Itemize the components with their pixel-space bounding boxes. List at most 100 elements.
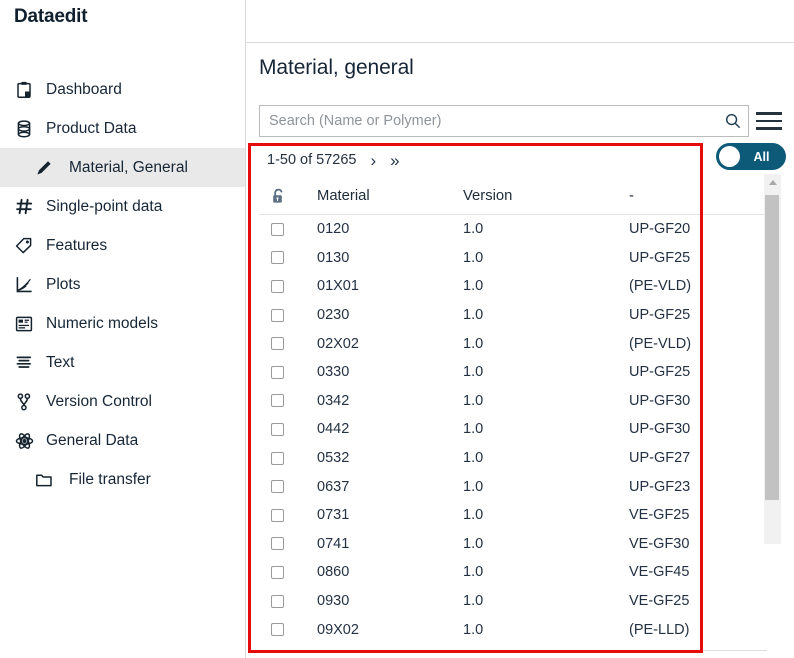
- sidebar-item-version-control[interactable]: Version Control: [0, 382, 245, 421]
- row-checkbox[interactable]: [271, 537, 284, 551]
- sidebar-item-dashboard[interactable]: Dashboard: [0, 70, 245, 109]
- tag-icon: [12, 235, 36, 257]
- folder-icon: [32, 469, 56, 491]
- cell-dash: UP-GF30: [629, 421, 691, 438]
- cell-material: 0230: [317, 307, 350, 324]
- search-icon[interactable]: [718, 106, 748, 136]
- cell-version: 1.0: [463, 621, 484, 638]
- row-checkbox[interactable]: [271, 394, 284, 408]
- row-checkbox[interactable]: [271, 251, 284, 265]
- cell-version: 1.0: [463, 364, 484, 381]
- cell-dash: UP-GF23: [629, 478, 691, 495]
- cell-version: 1.0: [463, 278, 484, 295]
- all-toggle[interactable]: All: [716, 143, 786, 170]
- table-row[interactable]: 0342 1.0 UP-GF30: [259, 387, 767, 416]
- sidebar-item-general-data[interactable]: General Data: [0, 421, 245, 460]
- cell-material: 0637: [317, 478, 350, 495]
- main-panel: Material, general 1-50 of 57265 › » All: [246, 0, 794, 658]
- column-header-version[interactable]: Version: [463, 188, 629, 204]
- next-page-button[interactable]: ›: [371, 152, 377, 169]
- sidebar-item-features[interactable]: Features: [0, 226, 245, 265]
- search-box[interactable]: [259, 105, 749, 137]
- search-input[interactable]: [260, 105, 718, 137]
- sidebar-item-file-transfer[interactable]: File transfer: [0, 460, 245, 499]
- column-header-dash[interactable]: -: [629, 188, 759, 204]
- row-checkbox[interactable]: [271, 422, 284, 436]
- cell-material: 0741: [317, 535, 350, 552]
- row-checkbox[interactable]: [271, 565, 284, 579]
- row-checkbox[interactable]: [271, 623, 284, 637]
- row-checkbox-cell: [259, 508, 317, 522]
- last-page-button[interactable]: »: [390, 152, 399, 169]
- row-checkbox[interactable]: [271, 594, 284, 608]
- table-row[interactable]: 02X02 1.0 (PE-VLD): [259, 329, 767, 358]
- cell-version: 1.0: [463, 593, 484, 610]
- cell-version: 1.0: [463, 249, 484, 266]
- page-range-label: 1-50 of 57265: [267, 152, 357, 168]
- row-checkbox[interactable]: [271, 279, 284, 293]
- cell-version: 1.0: [463, 450, 484, 467]
- table-row[interactable]: 0120 1.0 UP-GF20: [259, 215, 767, 244]
- table-row[interactable]: 0442 1.0 UP-GF30: [259, 415, 767, 444]
- pagination: 1-50 of 57265 › »: [267, 148, 400, 172]
- sidebar-item-label: Material, General: [69, 158, 188, 176]
- row-checkbox-cell: [259, 537, 317, 551]
- cell-material: 09X02: [317, 621, 359, 638]
- sidebar-item-label: Dashboard: [46, 80, 122, 98]
- cell-material: 0930: [317, 593, 350, 610]
- sidebar-nav: Dashboard Product Data Material, General Si…: [0, 70, 245, 499]
- sidebar-item-material-general[interactable]: Material, General: [0, 148, 245, 187]
- hash-icon: [12, 196, 36, 218]
- table-row[interactable]: 0930 1.0 VE-GF25: [259, 587, 767, 616]
- scrollbar-thumb[interactable]: [765, 195, 779, 500]
- sidebar-item-plots[interactable]: Plots: [0, 265, 245, 304]
- sidebar-item-label: Product Data: [46, 119, 137, 137]
- table-row[interactable]: 09X02 1.0 (PE-LLD): [259, 615, 767, 644]
- chevron-up-icon[interactable]: [764, 174, 781, 191]
- table-row[interactable]: 0330 1.0 UP-GF25: [259, 358, 767, 387]
- cell-material: 0860: [317, 564, 350, 581]
- sidebar-item-single-point-data[interactable]: Single-point data: [0, 187, 245, 226]
- column-header-material[interactable]: Material: [317, 188, 463, 204]
- grid-icon: [12, 313, 36, 335]
- cell-version: 1.0: [463, 564, 484, 581]
- cell-version: 1.0: [463, 507, 484, 524]
- table-row[interactable]: 0230 1.0 UP-GF25: [259, 301, 767, 330]
- cell-version: 1.0: [463, 392, 484, 409]
- row-checkbox[interactable]: [271, 337, 284, 351]
- chart-icon: [12, 274, 36, 296]
- row-checkbox[interactable]: [271, 365, 284, 379]
- row-checkbox[interactable]: [271, 480, 284, 494]
- unlock-icon[interactable]: [259, 188, 317, 205]
- cell-version: 1.0: [463, 478, 484, 495]
- sidebar-item-numeric-models[interactable]: Numeric models: [0, 304, 245, 343]
- table-row[interactable]: 0741 1.0 VE-GF30: [259, 530, 767, 559]
- table-row[interactable]: 0860 1.0 VE-GF45: [259, 558, 767, 587]
- sidebar-item-label: Single-point data: [46, 197, 163, 215]
- row-checkbox-cell: [259, 308, 317, 322]
- row-checkbox-cell: [259, 594, 317, 608]
- row-checkbox[interactable]: [271, 308, 284, 322]
- cell-material: 0120: [317, 221, 350, 238]
- sidebar-item-text[interactable]: Text: [0, 343, 245, 382]
- sidebar-item-label: Features: [46, 236, 108, 254]
- cell-version: 1.0: [463, 421, 484, 438]
- hamburger-bar-3: [756, 127, 782, 130]
- table-row[interactable]: 0130 1.0 UP-GF25: [259, 244, 767, 273]
- search-row: [259, 105, 782, 137]
- table-row[interactable]: 0731 1.0 VE-GF25: [259, 501, 767, 530]
- sidebar-item-product-data[interactable]: Product Data: [0, 109, 245, 148]
- row-checkbox-cell: [259, 422, 317, 436]
- table-row[interactable]: 0532 1.0 UP-GF27: [259, 444, 767, 473]
- cell-material: 0130: [317, 249, 350, 266]
- cell-dash: VE-GF30: [629, 535, 690, 552]
- table-row[interactable]: 0637 1.0 UP-GF23: [259, 472, 767, 501]
- row-checkbox[interactable]: [271, 222, 284, 236]
- row-checkbox-cell: [259, 365, 317, 379]
- row-checkbox[interactable]: [271, 451, 284, 465]
- toggle-knob: [719, 146, 740, 167]
- table-row[interactable]: 01X01 1.0 (PE-VLD): [259, 272, 767, 301]
- row-checkbox[interactable]: [271, 508, 284, 522]
- hamburger-icon[interactable]: [756, 109, 782, 133]
- table-scrollbar[interactable]: [764, 174, 781, 544]
